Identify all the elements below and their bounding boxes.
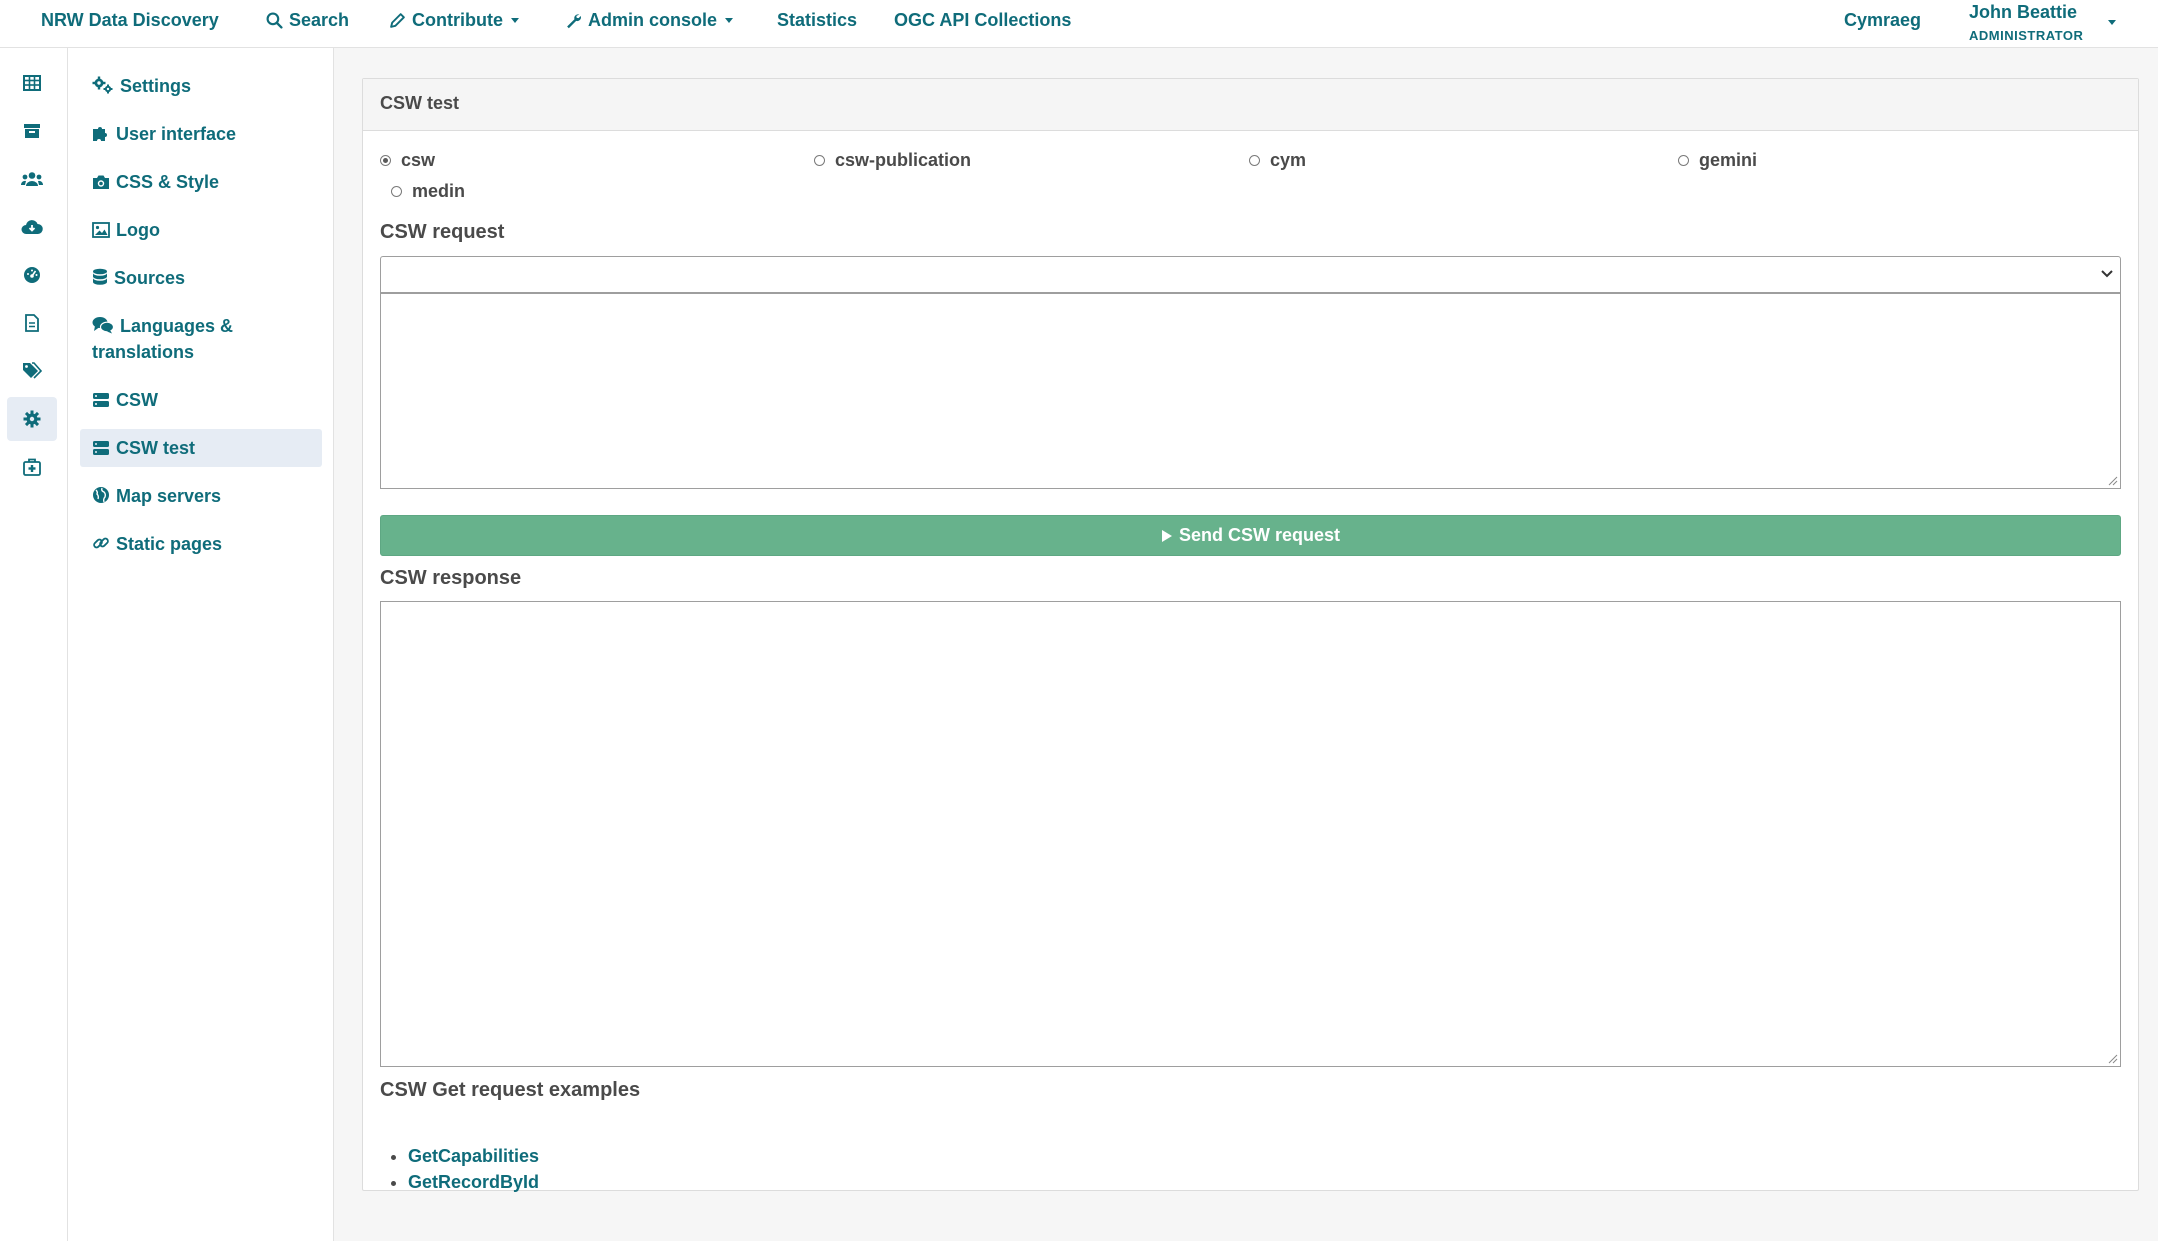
file-icon[interactable]: [7, 301, 57, 345]
image-icon: [92, 222, 110, 238]
comments-icon: [92, 317, 115, 334]
radio-label: csw: [401, 150, 436, 170]
cogs-icon: [92, 76, 113, 94]
pencil-icon: [390, 12, 405, 28]
csw-examples-list: GetCapabilities GetRecordById: [380, 1143, 539, 1195]
sidebar-item-logo[interactable]: Logo: [80, 211, 322, 249]
server-icon: [93, 441, 109, 455]
radio-button[interactable]: [1249, 155, 1260, 166]
wrench-icon: [567, 13, 581, 28]
language-switch[interactable]: Cymraeg: [1844, 8, 1921, 32]
statistics-link[interactable]: Statistics: [777, 8, 857, 32]
sidebar-item-user-interface[interactable]: User interface: [80, 115, 322, 153]
contribute-menu[interactable]: Contribute: [389, 8, 519, 32]
csw-request-textarea[interactable]: [380, 293, 2121, 489]
csw-response-textarea[interactable]: [380, 601, 2121, 1067]
top-navbar: NRW Data Discovery Search Contribute Adm…: [0, 0, 2158, 48]
csw-response-editor: [380, 601, 2121, 1067]
user-name: John Beattie: [1969, 2, 2078, 22]
users-icon[interactable]: [7, 157, 57, 201]
camera-icon: [93, 175, 109, 189]
search-label: Search: [289, 9, 350, 30]
sidebar-item-label: Sources: [114, 268, 186, 288]
radio-csw[interactable]: csw: [380, 150, 435, 171]
play-icon: [1161, 529, 1172, 542]
send-button-label: Send CSW request: [1178, 525, 1341, 545]
radio-label: medin: [412, 181, 466, 201]
medkit-icon[interactable]: [7, 445, 57, 489]
radio-medin[interactable]: medin: [391, 181, 465, 202]
resize-grip-icon[interactable]: [2106, 1052, 2118, 1064]
ogc-api-collections-link[interactable]: OGC API Collections: [894, 8, 1071, 32]
user-role: ADMINISTRATOR: [1969, 28, 2084, 43]
sidebar-item-label: Logo: [116, 220, 160, 240]
database-icon: [93, 268, 107, 285]
csw-examples-label: CSW Get request examples: [380, 1079, 641, 1101]
gear-icon[interactable]: [7, 397, 57, 441]
sidebar-item-csw-test[interactable]: CSW test: [80, 429, 322, 467]
server-icon: [93, 393, 109, 407]
sidebar-item-label: CSS & Style: [116, 172, 220, 192]
getrecordbyid-link[interactable]: GetRecordById: [408, 1172, 539, 1192]
admin-icon-rail: [0, 48, 68, 1241]
cloud-download-icon[interactable]: [7, 205, 57, 249]
resize-grip-icon[interactable]: [2106, 474, 2118, 486]
radio-button[interactable]: [1678, 155, 1689, 166]
chevron-down-icon: [725, 17, 734, 23]
brand-link[interactable]: NRW Data Discovery: [41, 8, 219, 32]
admin-sidebar: Settings User interface CSS & Style Logo…: [68, 48, 334, 1241]
radio-label: gemini: [1699, 150, 1758, 170]
sidebar-item-css-style[interactable]: CSS & Style: [80, 163, 322, 201]
radio-csw-publication[interactable]: csw-publication: [814, 150, 971, 171]
link-icon: [93, 537, 109, 549]
send-csw-request-button[interactable]: Send CSW request: [380, 515, 2121, 556]
tags-icon[interactable]: [7, 349, 57, 393]
getcapabilities-link[interactable]: GetCapabilities: [408, 1146, 539, 1166]
search-icon: [266, 12, 283, 29]
radio-button[interactable]: [814, 155, 825, 166]
sidebar-item-label: Map servers: [116, 486, 222, 506]
globe-icon: [93, 487, 109, 503]
sidebar-item-label: Static pages: [116, 534, 223, 554]
contribute-label: Contribute: [412, 9, 503, 30]
search-link[interactable]: Search: [266, 8, 349, 32]
radio-gemini[interactable]: gemini: [1678, 150, 1757, 171]
csw-test-panel: CSW test csw csw-publication cym gemini …: [362, 78, 2139, 1192]
csw-response-label: CSW response: [380, 567, 522, 589]
list-item: GetCapabilities: [408, 1143, 539, 1169]
list-item: GetRecordById: [408, 1169, 539, 1195]
sidebar-item-languages[interactable]: Languages & translations: [80, 307, 322, 371]
sidebar-item-label: CSW: [116, 390, 158, 410]
sidebar-item-label: Settings: [120, 76, 192, 96]
dashboard-icon[interactable]: [7, 253, 57, 297]
sidebar-item-map-servers[interactable]: Map servers: [80, 477, 322, 515]
sidebar-item-sources[interactable]: Sources: [80, 259, 322, 297]
radio-button[interactable]: [391, 186, 402, 197]
table-icon[interactable]: [7, 61, 57, 105]
archive-icon[interactable]: [7, 109, 57, 153]
radio-cym[interactable]: cym: [1249, 150, 1306, 171]
chevron-down-icon: [510, 17, 519, 23]
admin-console-label: Admin console: [588, 9, 718, 30]
puzzle-icon: [93, 127, 107, 141]
panel-title: CSW test: [363, 79, 2138, 131]
sidebar-item-settings[interactable]: Settings: [80, 67, 322, 105]
admin-console-menu[interactable]: Admin console: [565, 8, 734, 32]
csw-request-label: CSW request: [380, 221, 505, 243]
csw-request-editor: [380, 293, 2121, 489]
chevron-down-icon: [2101, 270, 2113, 278]
sidebar-item-static-pages[interactable]: Static pages: [80, 525, 322, 563]
radio-label: cym: [1270, 150, 1307, 170]
radio-label: csw-publication: [835, 150, 972, 170]
radio-button[interactable]: [380, 155, 391, 166]
csw-request-select[interactable]: [380, 256, 2121, 293]
sidebar-item-label: User interface: [116, 124, 237, 144]
sidebar-item-label: CSW test: [116, 438, 196, 458]
chevron-down-icon: [2108, 20, 2116, 25]
sidebar-item-csw[interactable]: CSW: [80, 381, 322, 419]
